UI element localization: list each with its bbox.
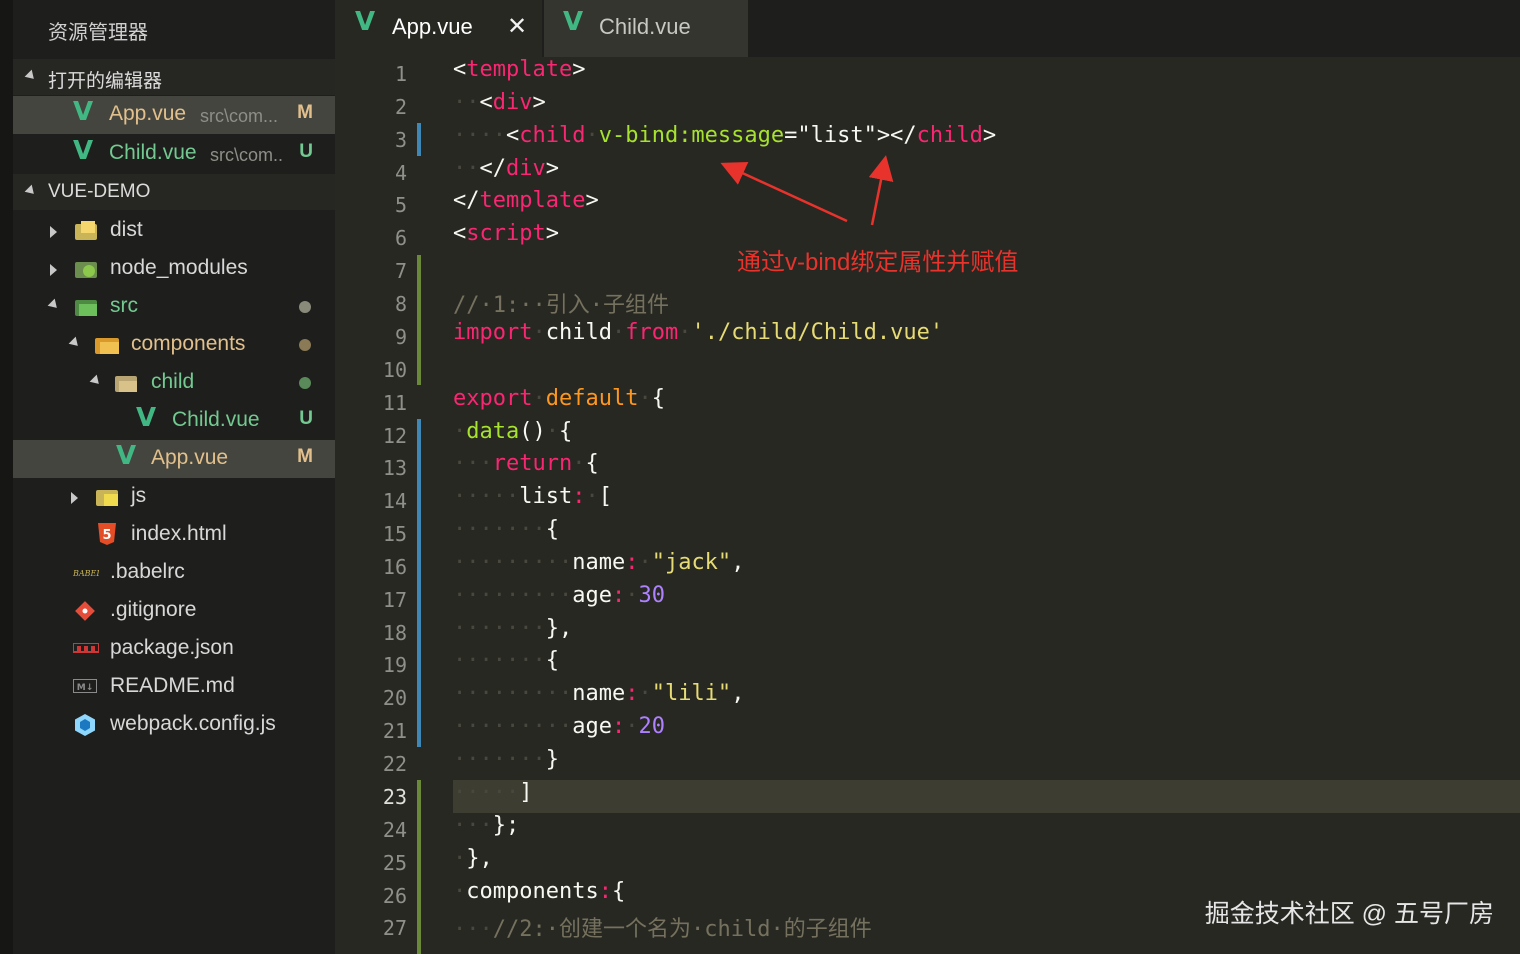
tab-label: App.vue <box>392 14 473 39</box>
tree-item-label: js <box>131 484 147 507</box>
tree-item-child[interactable]: child <box>13 364 335 402</box>
node-folder-icon <box>75 262 97 278</box>
tree-item-label: components <box>131 332 246 355</box>
expand-arrow-icon <box>50 264 57 276</box>
vue-file-icon: V <box>116 441 137 471</box>
open-editor-name: Child.vue <box>109 141 197 164</box>
vue-file-icon: V <box>73 136 94 166</box>
annotation-arrows <box>720 155 894 226</box>
expand-arrow-icon <box>71 492 78 504</box>
open-editor-path: src\com... <box>200 106 279 126</box>
tree-item-babelrc[interactable]: BABEL .babelrc <box>13 554 335 592</box>
untracked-badge: U <box>299 408 313 429</box>
folder-open-icon <box>115 376 137 392</box>
change-dot <box>299 339 311 351</box>
components-folder-icon <box>95 338 119 354</box>
tree-item-package-json[interactable]: package.json <box>13 630 335 668</box>
tree-item-label: dist <box>110 218 143 241</box>
vue-file-icon: V <box>136 403 157 433</box>
tree-item-webpack-config[interactable]: webpack.config.js <box>13 706 335 744</box>
open-editors-label: 打开的编辑器 <box>48 71 163 92</box>
tree-item-readme[interactable]: M↓ README.md <box>13 668 335 706</box>
editor-tab-bar: V App.vue ✕ V Child.vue <box>335 0 1520 57</box>
tree-item-app-vue[interactable]: V App.vue M <box>13 440 335 478</box>
tree-item-js[interactable]: js <box>13 478 335 516</box>
tree-item-node-modules[interactable]: node_modules <box>13 250 335 288</box>
tree-item-label: webpack.config.js <box>110 712 276 735</box>
src-folder-icon <box>75 300 97 316</box>
tree-item-label: App.vue <box>151 446 229 469</box>
js-folder-icon <box>96 490 118 506</box>
open-editor-child-vue[interactable]: V Child.vue src\com.. U <box>13 135 335 173</box>
tree-item-gitignore[interactable]: .gitignore <box>13 592 335 630</box>
svg-text:M↓: M↓ <box>77 683 94 693</box>
babel-icon: BABEL <box>73 569 99 578</box>
tree-item-index-html[interactable]: 5 index.html <box>13 516 335 554</box>
folder-icon <box>75 221 97 240</box>
explorer-title: 资源管理器 <box>48 22 148 44</box>
untracked-badge: U <box>299 141 313 162</box>
collapse-arrow-icon <box>24 69 38 83</box>
tree-item-src[interactable]: src <box>13 288 335 326</box>
open-editor-name: App.vue <box>109 102 187 125</box>
expand-arrow-icon <box>50 226 57 238</box>
open-editor-path: src\com.. <box>210 145 284 165</box>
vue-file-icon: V <box>73 97 94 127</box>
project-label: VUE-DEMO <box>48 181 151 202</box>
close-icon[interactable]: ✕ <box>507 12 527 41</box>
arrow-to-list <box>868 155 894 226</box>
svg-text:BABEL: BABEL <box>73 569 99 578</box>
html5-icon: 5 <box>98 523 116 545</box>
open-editors-header[interactable]: 打开的编辑器 <box>13 59 335 95</box>
svg-text:5: 5 <box>102 528 111 543</box>
tree-item-label: .gitignore <box>110 598 197 621</box>
vue-file-icon: V <box>563 7 584 37</box>
tree-item-label: Child.vue <box>172 408 260 431</box>
tree-item-label: README.md <box>110 674 235 697</box>
tree-item-label: index.html <box>131 522 227 545</box>
project-header[interactable]: VUE-DEMO <box>13 174 335 210</box>
collapse-arrow-icon <box>68 336 82 350</box>
change-dot <box>299 377 311 389</box>
watermark: 掘金技术社区 @ 五号厂房 <box>1204 900 1494 928</box>
collapse-arrow-icon <box>47 298 61 312</box>
markdown-icon: M↓ <box>73 679 97 693</box>
arrow-to-v-bind <box>720 161 848 223</box>
change-dot <box>299 301 311 313</box>
code-editor[interactable]: 1 2 3 4 5 6 7 8 9 10 11 12 13 14 15 16 1… <box>335 57 1520 954</box>
tree-item-label: .babelrc <box>110 560 185 583</box>
annotation-text: 通过v-bind绑定属性并赋值 <box>737 249 1019 276</box>
activity-bar-edge <box>0 0 13 954</box>
tree-item-label: src <box>110 294 138 317</box>
modified-badge: M <box>297 446 313 467</box>
tree-item-label: package.json <box>110 636 234 659</box>
git-icon <box>75 601 95 621</box>
tab-app-vue[interactable]: V App.vue ✕ <box>335 0 542 57</box>
tree-item-components[interactable]: components <box>13 326 335 364</box>
vue-file-icon: V <box>355 7 376 37</box>
tree-item-label: node_modules <box>110 256 248 279</box>
collapse-arrow-icon <box>89 374 103 388</box>
collapse-arrow-icon <box>24 184 38 198</box>
tab-child-vue[interactable]: V Child.vue <box>544 0 748 57</box>
modified-badge: M <box>297 102 313 123</box>
tree-item-label: child <box>151 370 195 393</box>
npm-icon <box>73 643 99 653</box>
tab-label: Child.vue <box>599 14 691 39</box>
tree-item-dist[interactable]: dist <box>13 212 335 250</box>
open-editor-app-vue[interactable]: V App.vue src\com... M <box>13 96 335 134</box>
tree-item-child-vue[interactable]: V Child.vue U <box>13 402 335 440</box>
explorer-sidebar: 资源管理器 打开的编辑器 V App.vue src\com... M V Ch… <box>0 0 335 954</box>
webpack-icon <box>75 714 95 736</box>
